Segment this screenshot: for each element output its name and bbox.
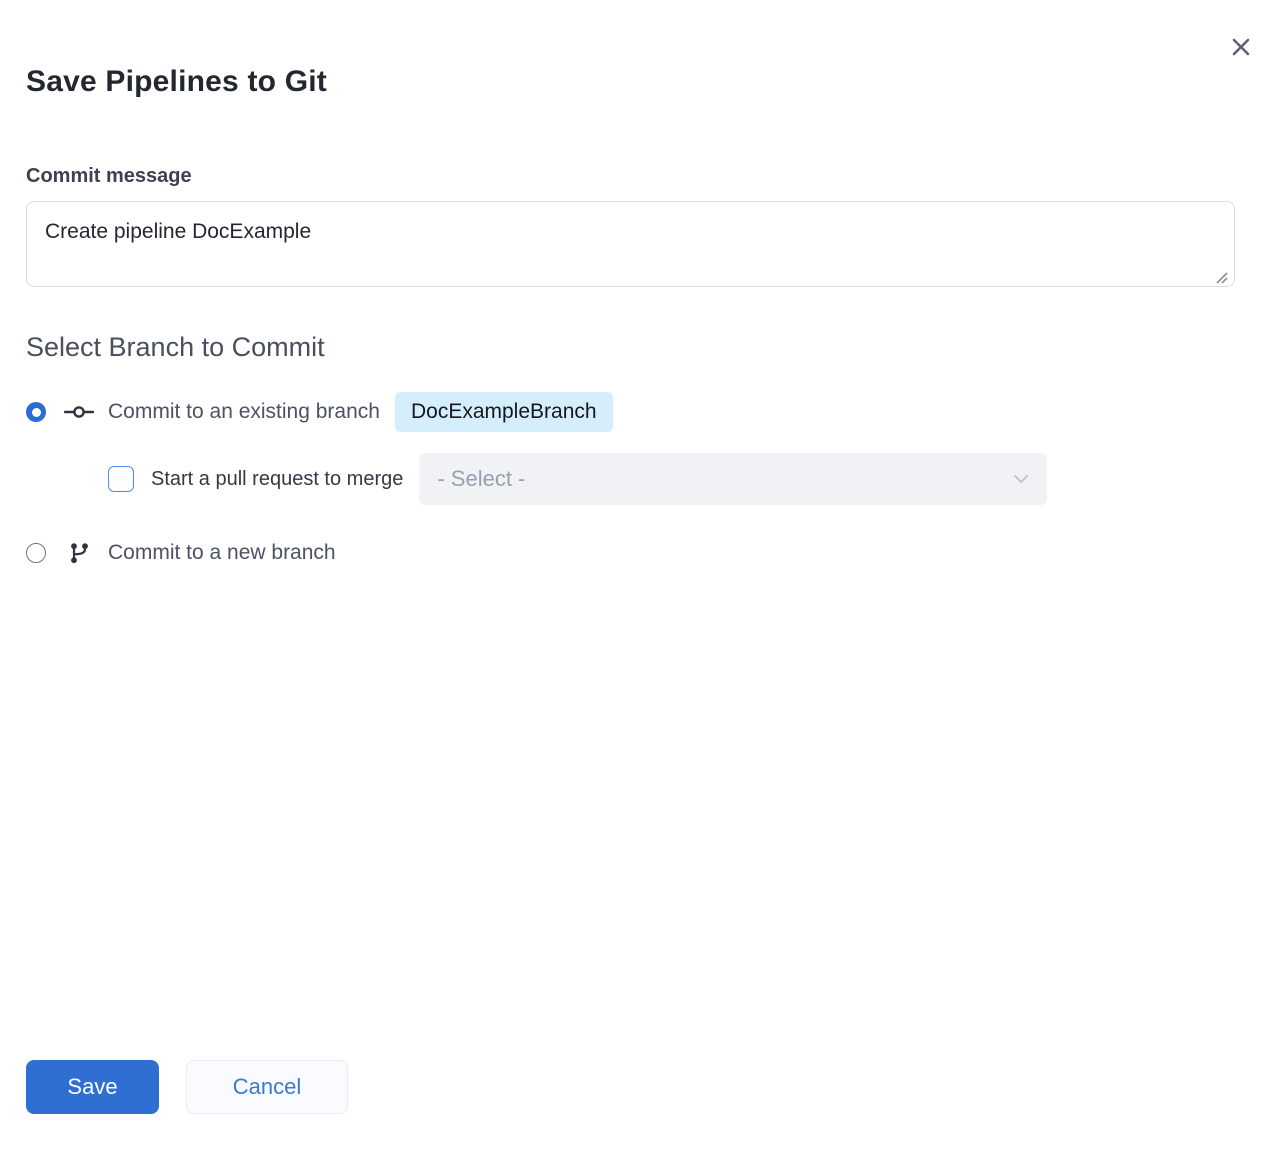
- new-branch-label: Commit to a new branch: [108, 541, 336, 565]
- commit-message-wrap: Create pipeline DocExample: [26, 201, 1235, 292]
- commit-message-label: Commit message: [26, 165, 1235, 188]
- dialog-title: Save Pipelines to Git: [26, 0, 1235, 99]
- new-branch-row: Commit to a new branch: [26, 538, 1235, 568]
- commit-message-input[interactable]: Create pipeline DocExample: [26, 201, 1235, 287]
- git-commit-icon: [64, 402, 94, 422]
- save-pipelines-dialog: Save Pipelines to Git Commit message Cre…: [0, 0, 1265, 1152]
- pull-request-label: Start a pull request to merge: [151, 468, 403, 491]
- cancel-button[interactable]: Cancel: [186, 1060, 348, 1114]
- existing-branch-row: Commit to an existing branch DocExampleB…: [26, 390, 1235, 434]
- existing-branch-radio[interactable]: [26, 402, 46, 422]
- branch-name-badge: DocExampleBranch: [395, 392, 613, 432]
- resize-handle-icon[interactable]: [1215, 271, 1229, 285]
- merge-target-select[interactable]: - Select -: [419, 453, 1047, 505]
- new-branch-radio[interactable]: [26, 543, 46, 563]
- pull-request-row: Start a pull request to merge - Select -: [108, 453, 1235, 505]
- merge-target-select-value: - Select -: [437, 466, 525, 492]
- chevron-down-icon: [1013, 474, 1029, 484]
- existing-branch-label: Commit to an existing branch: [108, 400, 380, 424]
- git-branch-icon: [64, 541, 94, 565]
- close-icon: [1229, 35, 1253, 59]
- save-button[interactable]: Save: [26, 1060, 159, 1114]
- branch-section-heading: Select Branch to Commit: [26, 332, 1235, 363]
- dialog-footer: Save Cancel: [26, 1060, 348, 1114]
- close-button[interactable]: [1227, 33, 1255, 61]
- pull-request-checkbox[interactable]: [108, 466, 134, 492]
